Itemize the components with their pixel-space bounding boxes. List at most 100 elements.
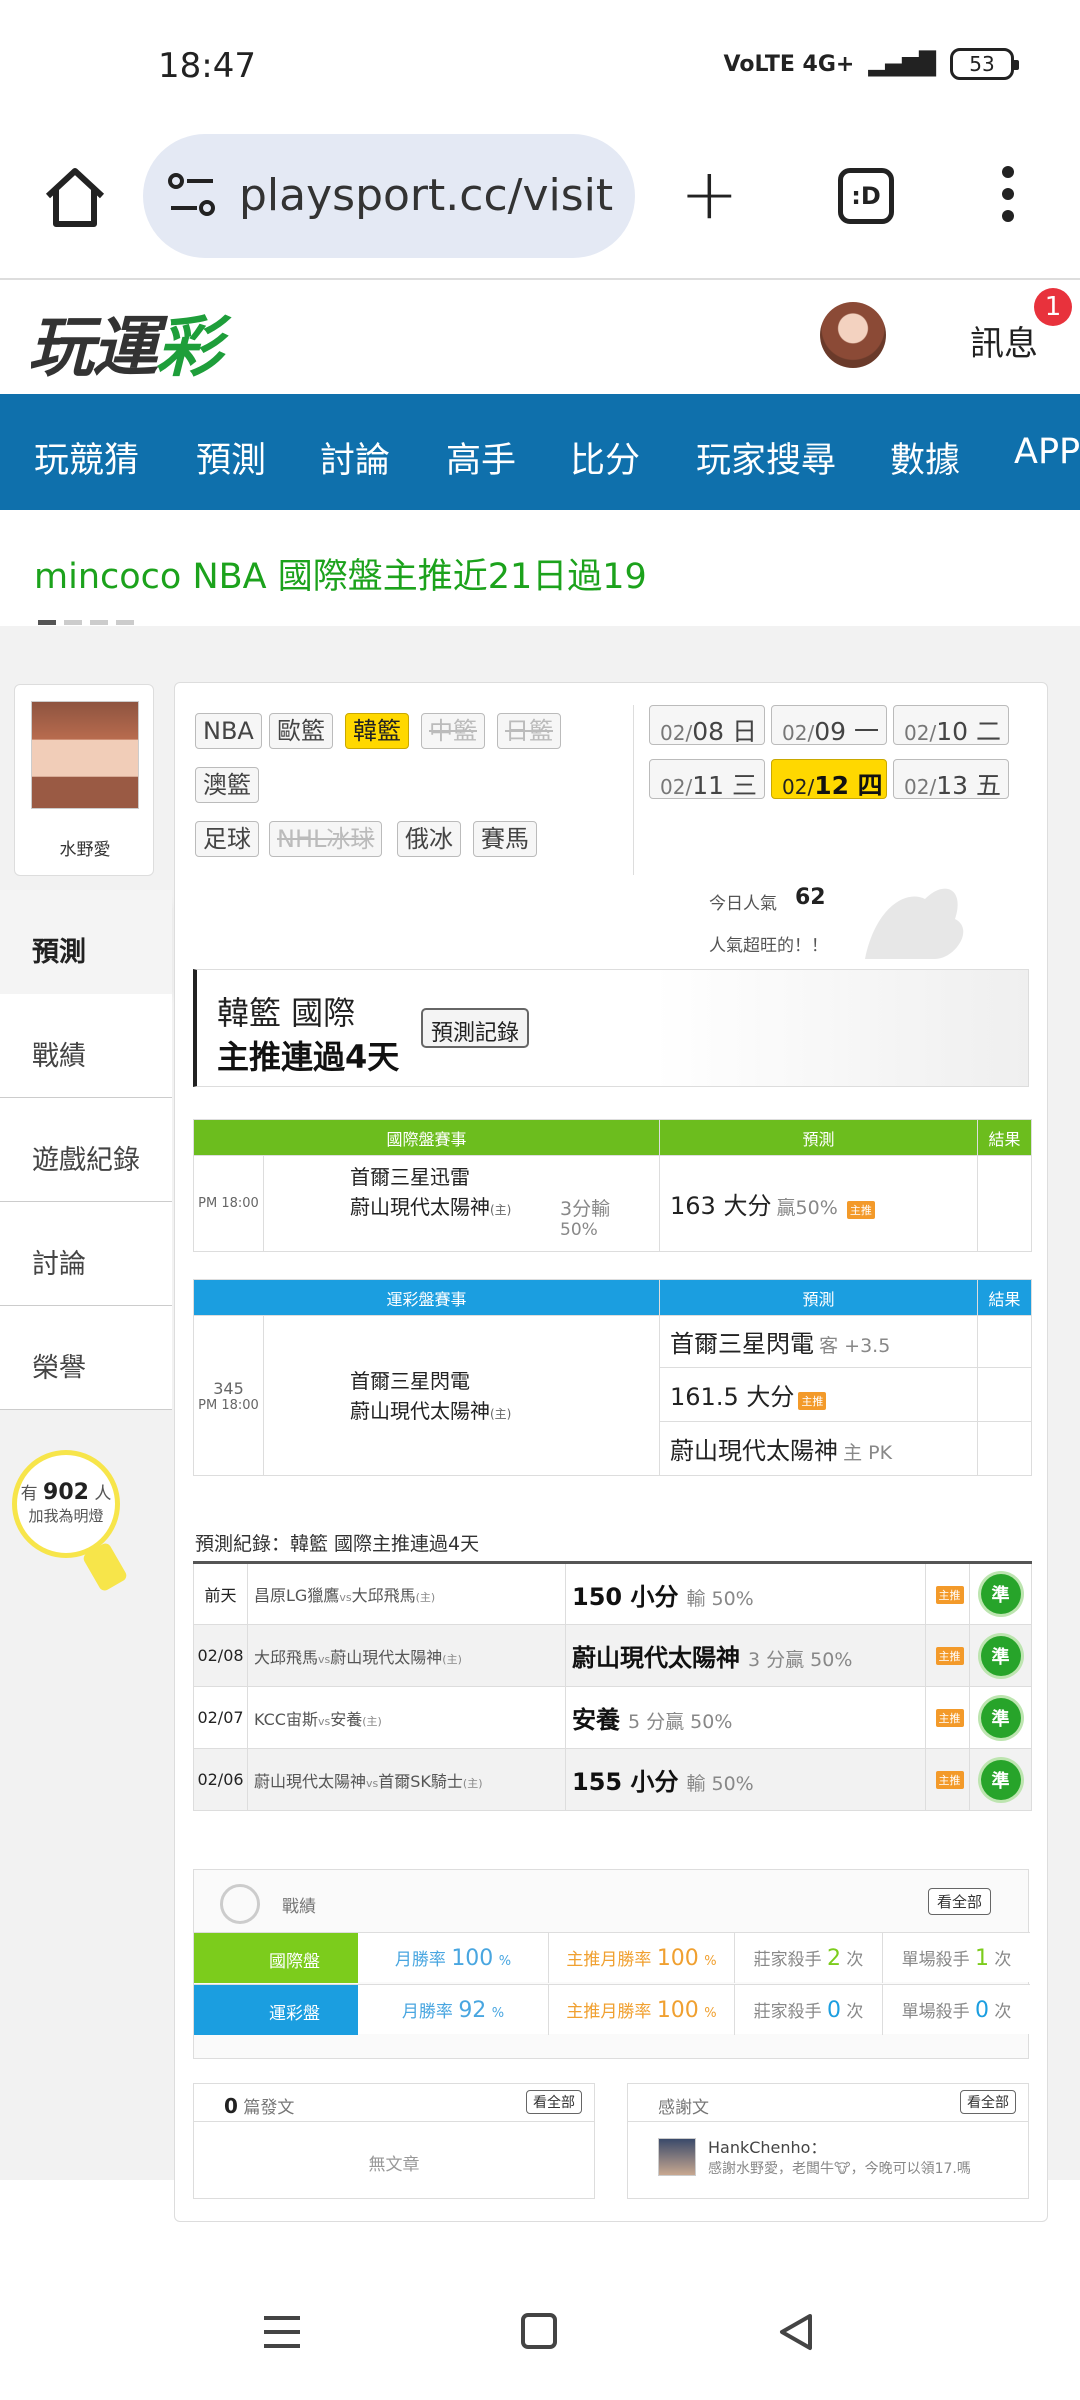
divider [633,705,634,875]
back-icon[interactable] [776,2312,816,2352]
popularity-label: 今日人氣 [709,894,777,914]
status-icons: VoLTE 4G+ ▂▄▆█ 53 [724,48,1019,80]
table-header: 運彩盤賽事 [192,1279,661,1316]
record-title: 戰績 [282,1897,316,1917]
posts-label: 篇發文 [243,2098,295,2118]
intl-match-table: 國際盤賽事 預測 結果 PM 18:00 首爾三星迅雷 蔚山現代太陽神(主) 3… [192,1119,1033,1252]
prediction-panel: NBA 歐籃 韓籃 中籃 日籃 澳籃 足球 NHL冰球 俄冰 賽馬 02/08 … [174,682,1048,2222]
side-tab-record[interactable]: 戰績 [0,994,172,1098]
record-row-intl: 國際盤 月勝率 100 % 主推月勝率 100 % 莊家殺手 2 次 單場殺手 … [194,1932,1030,1983]
avatar[interactable] [820,302,886,368]
history-table: 前天 昌原LG獵鷹vs大邱飛馬(主) 150 小分輸 50% 主推 準 02/0… [193,1561,1032,1811]
side-tab-honor[interactable]: 榮譽 [0,1306,172,1410]
system-nav-bar [0,2262,1080,2400]
table-row: 02/07 KCC宙斯vs安養(主) 安養 5 分贏 50% 主推 準 [193,1686,1032,1749]
site-info-icon [168,173,215,216]
date-button[interactable]: 02/11 三 [649,759,765,800]
date-button-selected[interactable]: 02/12 四 [771,759,887,800]
browser-menu-button[interactable] [998,166,1018,230]
away-team: 首爾三星閃電 [350,1369,470,1393]
league-tag[interactable]: 歐籃 [269,713,333,749]
announcement-ticker: mincoco NBA 國際盤主推近21日過19 [0,510,1080,626]
nav-item[interactable]: 比分 [570,432,640,483]
view-all-button[interactable]: 看全部 [928,1888,992,1915]
league-tag[interactable]: 賽馬 [473,821,537,857]
prediction-cell: 163 大分 贏50% 主推 [659,1155,979,1252]
league-tag-disabled: 中籃 [421,713,485,749]
ticker-pagination [38,620,134,625]
league-tag[interactable]: 足球 [195,821,259,857]
main-pick-badge: 主推 [935,1771,964,1790]
message-count-badge: 1 [1034,288,1072,326]
new-tab-button[interactable]: + [680,159,739,229]
league-tag[interactable]: 俄冰 [397,821,461,857]
home-team: 蔚山現代太陽神(主) [350,1195,512,1219]
posts-view-all-button[interactable]: 看全部 [526,2090,582,2114]
site-logo[interactable]: 玩運彩 [28,294,222,390]
user-avatar[interactable] [658,2138,696,2176]
thanks-box: 感謝文 看全部 HankChenho： 感謝水野愛，老闆牛🐮，今晚可以領17.嗎 [627,2083,1029,2199]
nav-item[interactable]: 討論 [320,432,390,483]
side-tab-discussion[interactable]: 討論 [0,1202,172,1306]
nav-item[interactable]: 預測 [196,432,266,483]
nav-item[interactable]: 高手 [446,432,516,483]
side-tab-prediction[interactable]: 預測 [0,890,172,994]
record-row-lottery: 運彩盤 月勝率 92 % 主推月勝率 100 % 莊家殺手 0 次 單場殺手 0… [194,1984,1030,2035]
follow-lightbulb-button[interactable]: 有 902 人 加我為明燈 [12,1450,129,1593]
table-row: PM 18:00 首爾三星迅雷 蔚山現代太陽神(主) 3分輸 50% 163 大… [193,1155,1033,1252]
league-tag-disabled: NHL冰球 [269,821,383,857]
table-header: 結果 [977,1119,1033,1156]
nav-item[interactable]: 玩家搜尋 [696,432,836,483]
nav-item[interactable]: 數據 [890,432,960,483]
target-icon [220,1884,260,1924]
signal-icon: ▂▄▆█ [868,51,936,77]
table-header: 國際盤賽事 [192,1119,661,1156]
date-button[interactable]: 02/08 日 [649,705,765,746]
messages-link[interactable]: 訊息 [970,316,1038,365]
match-cell: 首爾三星迅雷 蔚山現代太陽神(主) 3分輸 50% [262,1155,661,1252]
ticker-text[interactable]: mincoco NBA 國際盤主推近21日過19 [34,548,647,599]
match-note: 50% [560,1220,598,1240]
prediction-value: 163 大分 [670,1192,772,1220]
accurate-badge: 準 [980,1635,1021,1676]
home-button[interactable] [40,162,110,232]
side-tab-game-log[interactable]: 遊戲紀錄 [0,1098,172,1202]
nav-item[interactable]: APP [1014,432,1080,472]
prediction-record-button[interactable]: 預測記錄 [421,1008,530,1048]
prediction-cell: 161.5 大分 主推 [659,1367,979,1422]
profile-avatar [31,701,139,809]
date-button[interactable]: 02/13 五 [893,759,1009,800]
recent-apps-icon[interactable] [262,2314,302,2350]
thanks-label: 感謝文 [658,2098,709,2118]
match-time: PM 18:00 [193,1155,264,1252]
profile-card[interactable]: 水野愛 [14,684,154,876]
tab-switcher-button[interactable]: :D [838,168,894,224]
main-pick-badge: 主推 [846,1200,875,1219]
home-nav-icon[interactable] [520,2312,560,2352]
streak-banner: 韓籃 國際 主推連過4天 預測記錄 [193,969,1029,1087]
url-text: playsport.cc/visit [239,170,614,221]
accurate-badge: 準 [980,1574,1021,1614]
battery-icon: 53 [950,48,1019,80]
league-tag[interactable]: NBA [195,713,262,749]
record-summary: 戰績 看全部 國際盤 月勝率 100 % 主推月勝率 100 % 莊家殺手 2 … [193,1869,1030,2059]
main-pick-badge: 主推 [935,1585,964,1604]
accurate-badge: 準 [980,1759,1021,1800]
league-tag-disabled: 日籃 [497,713,561,749]
league-tag[interactable]: 澳籃 [195,767,259,803]
record-label: 國際盤 [194,1933,358,1983]
date-button[interactable]: 02/09 一 [771,705,887,746]
nav-item[interactable]: 玩競猜 [34,432,139,483]
match-cell: 首爾三星閃電 蔚山現代太陽神(主) [262,1315,661,1476]
date-button[interactable]: 02/10 二 [893,705,1009,746]
record-label: 運彩盤 [194,1985,358,2035]
status-bar: 18:47 VoLTE 4G+ ▂▄▆█ 53 [0,0,1080,130]
thanks-view-all-button[interactable]: 看全部 [960,2090,1016,2114]
table-header: 預測 [659,1119,979,1156]
address-bar[interactable]: playsport.cc/visit [143,134,635,258]
league-tag-selected[interactable]: 韓籃 [345,713,409,749]
thanks-text: 感謝水野愛，老闆牛🐮，今晚可以領17.嗎 [708,2161,971,2177]
thanks-user[interactable]: HankChenho： [708,2134,826,2158]
accurate-badge: 準 [980,1697,1021,1738]
main-pick-badge: 主推 [935,1647,964,1666]
